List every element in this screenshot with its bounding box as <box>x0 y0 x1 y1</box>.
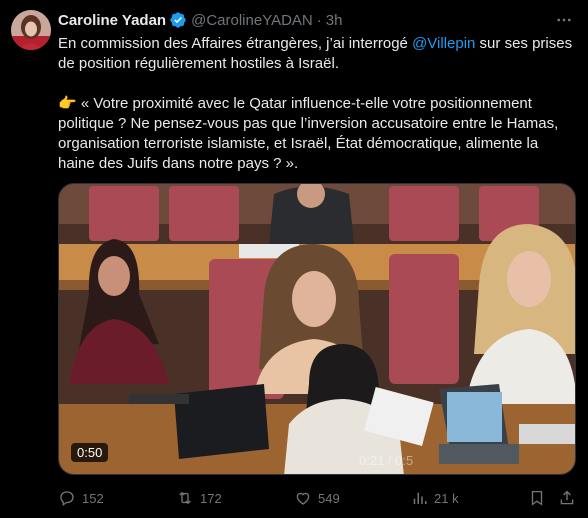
author-handle[interactable]: @CarolineYADAN <box>191 12 313 29</box>
avatar[interactable] <box>11 10 51 50</box>
retweet-count: 172 <box>200 490 222 506</box>
mention-link[interactable]: @Villepin <box>412 35 475 52</box>
reply-icon <box>60 491 74 507</box>
video-frame <box>59 184 575 474</box>
like-button[interactable]: 549 <box>294 489 340 507</box>
share-icon <box>560 490 574 505</box>
views-button[interactable]: 21 k <box>410 489 459 507</box>
like-count: 549 <box>318 490 340 506</box>
heart-icon <box>296 492 310 505</box>
avatar-image <box>11 10 51 50</box>
video-player[interactable]: 0:50 0:21 / 0:5 <box>58 183 576 475</box>
tweet-paragraph-1: En commission des Affaires étrangères, j… <box>58 34 576 74</box>
view-count: 21 k <box>434 490 459 506</box>
action-bar: 152 172 549 21 k <box>58 487 576 509</box>
analytics-icon <box>413 492 427 504</box>
video-duration-badge: 0:50 <box>71 443 109 462</box>
retweet-icon <box>179 491 191 505</box>
tweet-quote: « Votre proximité avec le Qatar influenc… <box>58 95 559 172</box>
pointing-hand-emoji: 👉 <box>58 95 77 112</box>
tweet-paragraph-2: 👉 « Votre proximité avec le Qatar influe… <box>58 94 576 174</box>
tweet-header: Caroline Yadan @CarolineYADAN · 3h <box>58 10 342 30</box>
video-timestamp-overlay: 0:21 / 0:5 <box>359 453 414 468</box>
author-name[interactable]: Caroline Yadan <box>58 12 166 29</box>
share-button[interactable] <box>558 489 576 507</box>
tweet-text: En commission des Affaires étrangères, j… <box>58 34 576 194</box>
reply-count: 152 <box>82 490 104 506</box>
timestamp[interactable]: 3h <box>326 12 343 29</box>
more-options-icon[interactable] <box>554 10 574 30</box>
reply-button[interactable]: 152 <box>58 489 104 507</box>
verified-badge-icon[interactable] <box>169 11 187 29</box>
bookmark-icon <box>531 490 543 506</box>
bookmark-button[interactable] <box>528 489 546 507</box>
dot-separator: · <box>316 11 322 29</box>
tweet-text-prefix: En commission des Affaires étrangères, j… <box>58 35 413 52</box>
retweet-button[interactable]: 172 <box>176 489 222 507</box>
